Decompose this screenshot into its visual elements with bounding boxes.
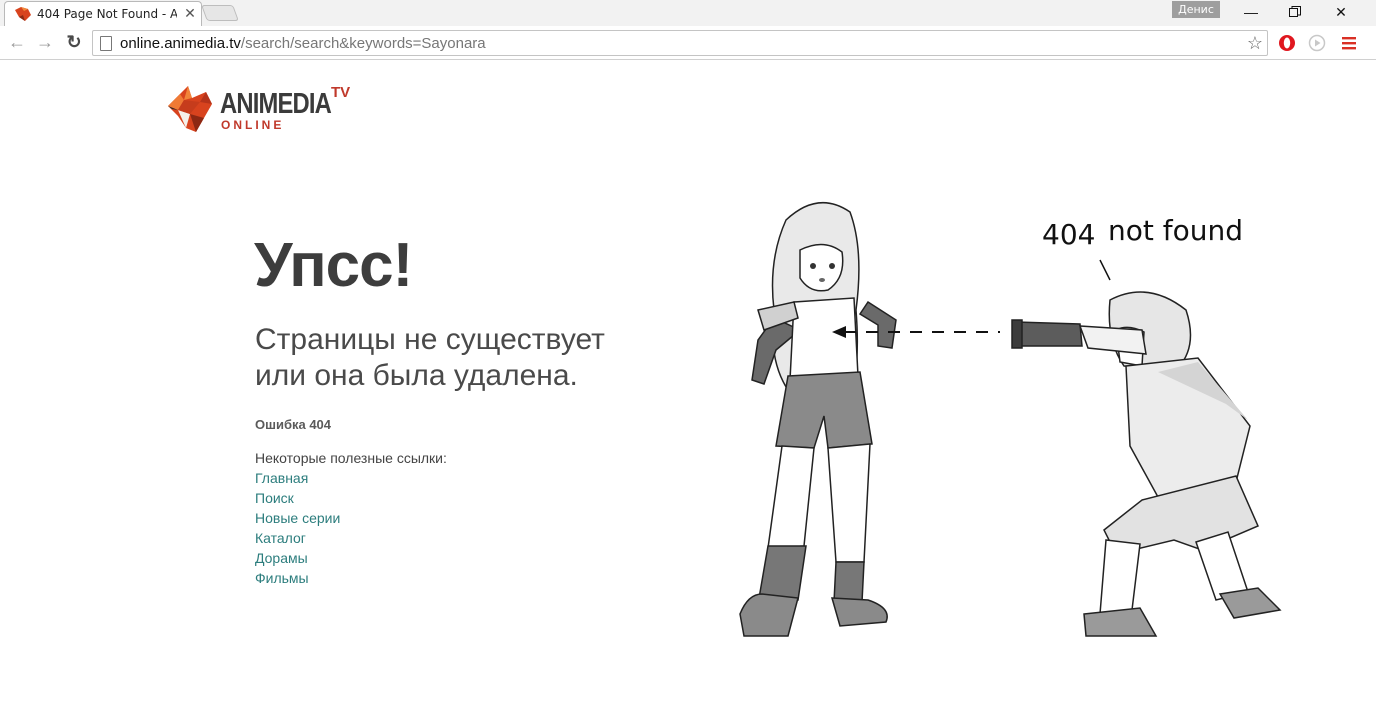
- useful-links-heading: Некоторые полезные ссылки:: [255, 450, 447, 466]
- new-tab-button[interactable]: [201, 5, 239, 21]
- girl-figure: [739, 201, 897, 637]
- site-logo[interactable]: ANIMEDIA TV ONLINE: [166, 84, 356, 136]
- restore-glyph: [1289, 6, 1301, 17]
- menu-icon[interactable]: [1340, 34, 1358, 52]
- url-host: online.animedia.tv: [120, 35, 241, 52]
- url-text: online.animedia.tv/search/search&keyword…: [120, 35, 486, 52]
- speech-404: 404: [1042, 218, 1095, 251]
- list-item: Фильмы: [255, 570, 340, 590]
- 404-illustration: 404 not found: [739, 201, 1282, 637]
- forward-arrow-icon[interactable]: →: [34, 31, 56, 53]
- subtitle-line-2: или она была удалена.: [255, 359, 578, 392]
- minimize-icon[interactable]: —: [1228, 0, 1274, 24]
- speech-tick: [1099, 259, 1111, 281]
- list-item: Главная: [255, 470, 340, 490]
- boy-figure: [1011, 291, 1282, 637]
- list-item: Дорамы: [255, 550, 340, 570]
- error-code: Ошибка 404: [255, 417, 332, 432]
- restore-icon[interactable]: [1272, 0, 1318, 24]
- subtitle-line-1: Страницы не существует: [255, 323, 605, 356]
- list-item: Каталог: [255, 530, 340, 550]
- fox-favicon-icon: [15, 7, 31, 21]
- url-path: /search/search&keywords=Sayonara: [240, 35, 486, 52]
- browser-toolbar: ← → ↻ online.animedia.tv/search/search&k…: [0, 26, 1376, 60]
- logo-tv: TV: [331, 84, 351, 101]
- list-item: Поиск: [255, 490, 340, 510]
- useful-links-list: Главная Поиск Новые серии Каталог Дорамы…: [255, 470, 340, 590]
- link-new-episodes[interactable]: Новые серии: [255, 510, 340, 526]
- back-arrow-icon[interactable]: ←: [6, 31, 28, 53]
- reload-icon[interactable]: ↻: [63, 31, 85, 53]
- close-window-icon[interactable]: ✕: [1318, 0, 1364, 24]
- address-bar[interactable]: online.animedia.tv/search/search&keyword…: [92, 30, 1268, 56]
- extension-circle-icon[interactable]: [1308, 34, 1326, 52]
- page-subtitle: Страницы не существует или она была удал…: [255, 322, 675, 394]
- logo-subtitle: ONLINE: [221, 118, 285, 132]
- tab-close-icon[interactable]: ✕: [183, 5, 197, 21]
- speech-not-found: not found: [1108, 214, 1243, 247]
- bookmark-star-icon[interactable]: ☆: [1247, 33, 1263, 54]
- tab-title: 404 Page Not Found - Animedia: [37, 7, 177, 21]
- link-home[interactable]: Главная: [255, 470, 308, 486]
- link-search[interactable]: Поиск: [255, 490, 294, 506]
- link-movies[interactable]: Фильмы: [255, 570, 309, 586]
- profile-badge[interactable]: Денис: [1172, 1, 1220, 18]
- link-catalog[interactable]: Каталог: [255, 530, 306, 546]
- list-item: Новые серии: [255, 510, 340, 530]
- page-icon: [100, 36, 112, 51]
- page-title: Упсс!: [254, 231, 413, 300]
- link-dramas[interactable]: Дорамы: [255, 550, 308, 566]
- browser-tab[interactable]: 404 Page Not Found - Animedia ✕: [4, 1, 202, 26]
- logo-name: ANIMEDIA: [220, 88, 332, 120]
- browser-titlebar: 404 Page Not Found - Animedia ✕ Денис — …: [0, 0, 1376, 26]
- fox-logo-icon: [168, 86, 212, 132]
- opera-extension-icon[interactable]: [1278, 34, 1296, 52]
